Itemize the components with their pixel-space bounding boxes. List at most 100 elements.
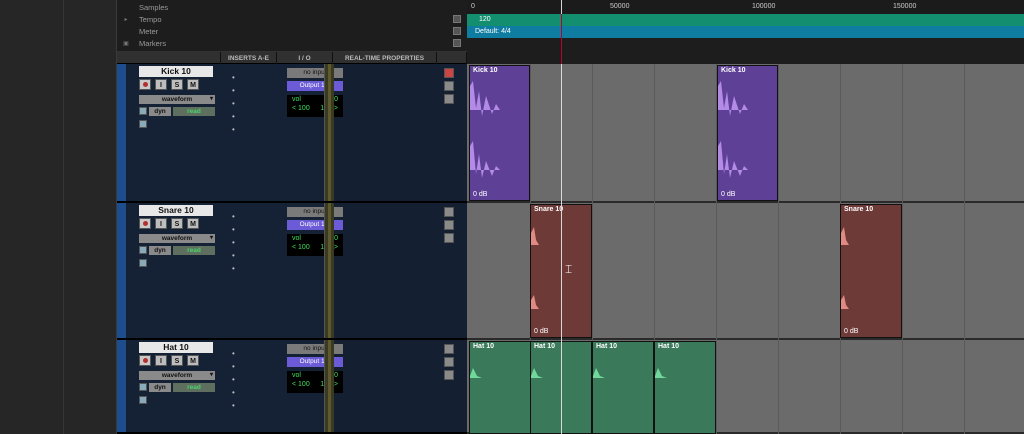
- solo-button[interactable]: S: [171, 79, 183, 90]
- io-column-header[interactable]: I / O: [277, 52, 333, 64]
- minus-icon[interactable]: [444, 220, 454, 230]
- clip-gain[interactable]: 0 dB: [473, 191, 487, 198]
- ruler-row-samples[interactable]: Samples: [117, 1, 467, 13]
- track-controls: Snare 10 I S M waveform dyn read ••••• n…: [127, 203, 343, 338]
- automation-mode-selector[interactable]: read: [173, 383, 215, 392]
- markers-lane[interactable]: [467, 38, 1024, 64]
- samples-ruler[interactable]: 0 50000 100000 150000: [467, 0, 1024, 14]
- playhead[interactable]: [561, 0, 562, 434]
- automation-icon[interactable]: [139, 107, 147, 115]
- output-selector[interactable]: Output 1-2: [287, 220, 343, 230]
- track-name[interactable]: Snare 10: [139, 205, 213, 216]
- plus-icon[interactable]: [444, 370, 454, 380]
- input-selector[interactable]: no input: [287, 344, 343, 354]
- insert-slot[interactable]: •: [230, 223, 285, 236]
- hat-clip[interactable]: Hat 10: [592, 341, 654, 434]
- track-name[interactable]: Hat 10: [139, 342, 213, 353]
- insert-slot[interactable]: •: [230, 360, 285, 373]
- automation-mode-selector[interactable]: read: [173, 246, 215, 255]
- input-monitor-button[interactable]: I: [155, 355, 167, 366]
- mute-button[interactable]: M: [187, 218, 199, 229]
- mute-button[interactable]: M: [187, 79, 199, 90]
- output-selector[interactable]: Output 1-2: [287, 81, 343, 91]
- track-settings-icon[interactable]: [139, 396, 147, 404]
- automation-selector[interactable]: dyn: [149, 246, 171, 255]
- automation-mode-selector[interactable]: read: [173, 107, 215, 116]
- record-arm-button[interactable]: [139, 218, 151, 229]
- plus-icon[interactable]: [444, 94, 454, 104]
- track-settings-icon[interactable]: [139, 120, 147, 128]
- minus-icon[interactable]: [444, 81, 454, 91]
- markers-add-button[interactable]: [453, 39, 461, 47]
- insert-slot[interactable]: •: [230, 262, 285, 275]
- pan-left[interactable]: < 100: [292, 105, 310, 112]
- insert-slot[interactable]: •: [230, 373, 285, 386]
- tempo-lane[interactable]: 120: [467, 14, 1024, 26]
- vol-label: vol: [292, 235, 301, 242]
- inserts-column-header[interactable]: INSERTS A-E: [221, 52, 277, 64]
- grid-line: [964, 64, 965, 434]
- clip-gain[interactable]: 0 dB: [721, 191, 735, 198]
- tempo-add-button[interactable]: [453, 15, 461, 23]
- clip-name: Snare 10: [534, 206, 564, 213]
- automation-selector[interactable]: dyn: [149, 383, 171, 392]
- mute-button[interactable]: M: [187, 355, 199, 366]
- input-selector[interactable]: no input: [287, 68, 343, 78]
- grid-line: [778, 64, 779, 434]
- record-icon[interactable]: [444, 68, 454, 78]
- pan-left[interactable]: < 100: [292, 244, 310, 251]
- snare-clip[interactable]: Snare 10 0 dB: [840, 204, 902, 338]
- ruler-row-markers[interactable]: ▣ Markers: [117, 37, 467, 49]
- clip-gain[interactable]: 0 dB: [844, 328, 858, 335]
- record-arm-button[interactable]: [139, 355, 151, 366]
- track-side-buttons: [444, 207, 454, 246]
- insert-slot[interactable]: •: [230, 110, 285, 123]
- track-settings-icon[interactable]: [139, 259, 147, 267]
- input-monitor-button[interactable]: I: [155, 218, 167, 229]
- timeline[interactable]: 0 50000 100000 150000 120 Default: 4/4 K…: [467, 0, 1024, 434]
- insert-slot[interactable]: •: [230, 386, 285, 399]
- kick-clip[interactable]: Kick 10 0 dB: [717, 65, 778, 201]
- input-monitor-button[interactable]: I: [155, 79, 167, 90]
- automation-icon[interactable]: [139, 383, 147, 391]
- insert-slot[interactable]: •: [230, 249, 285, 262]
- insert-slot[interactable]: •: [230, 399, 285, 412]
- input-selector[interactable]: no input: [287, 207, 343, 217]
- track-view-selector[interactable]: waveform: [139, 234, 215, 243]
- clip-gain[interactable]: 0 dB: [534, 328, 548, 335]
- kick-clip[interactable]: Kick 10 0 dB: [469, 65, 530, 201]
- track-view-selector[interactable]: waveform: [139, 371, 215, 380]
- insert-slots: • • • • •: [230, 347, 285, 412]
- output-selector[interactable]: Output 1-2: [287, 357, 343, 367]
- insert-slot[interactable]: •: [230, 347, 285, 360]
- plus-icon[interactable]: [444, 233, 454, 243]
- expand-arrow-icon[interactable]: ▸: [117, 16, 135, 23]
- pan-left[interactable]: < 100: [292, 381, 310, 388]
- column-menu-icon[interactable]: [437, 52, 467, 64]
- solo-button[interactable]: S: [171, 355, 183, 366]
- waveform: [470, 81, 500, 178]
- insert-slot[interactable]: •: [230, 236, 285, 249]
- ruler-row-meter[interactable]: Meter: [117, 25, 467, 37]
- automation-selector[interactable]: dyn: [149, 107, 171, 116]
- insert-slot[interactable]: •: [230, 210, 285, 223]
- ruler-row-tempo[interactable]: ▸ Tempo: [117, 13, 467, 25]
- insert-slot[interactable]: •: [230, 123, 285, 136]
- automation-icon[interactable]: [139, 246, 147, 254]
- insert-slot[interactable]: •: [230, 97, 285, 110]
- insert-slot[interactable]: •: [230, 71, 285, 84]
- track-name[interactable]: Kick 10: [139, 66, 213, 77]
- meter-lane[interactable]: Default: 4/4: [467, 26, 1024, 38]
- record-icon[interactable]: [444, 344, 454, 354]
- hat-clip[interactable]: Hat 10: [469, 341, 531, 434]
- track-column-header[interactable]: [117, 52, 221, 64]
- solo-button[interactable]: S: [171, 218, 183, 229]
- meter-add-button[interactable]: [453, 27, 461, 35]
- record-arm-button[interactable]: [139, 79, 151, 90]
- hat-clip[interactable]: Hat 10: [654, 341, 716, 434]
- minus-icon[interactable]: [444, 357, 454, 367]
- insert-slot[interactable]: •: [230, 84, 285, 97]
- realtime-properties-header[interactable]: REAL-TIME PROPERTIES: [333, 52, 437, 64]
- track-view-selector[interactable]: waveform: [139, 95, 215, 104]
- record-icon[interactable]: [444, 207, 454, 217]
